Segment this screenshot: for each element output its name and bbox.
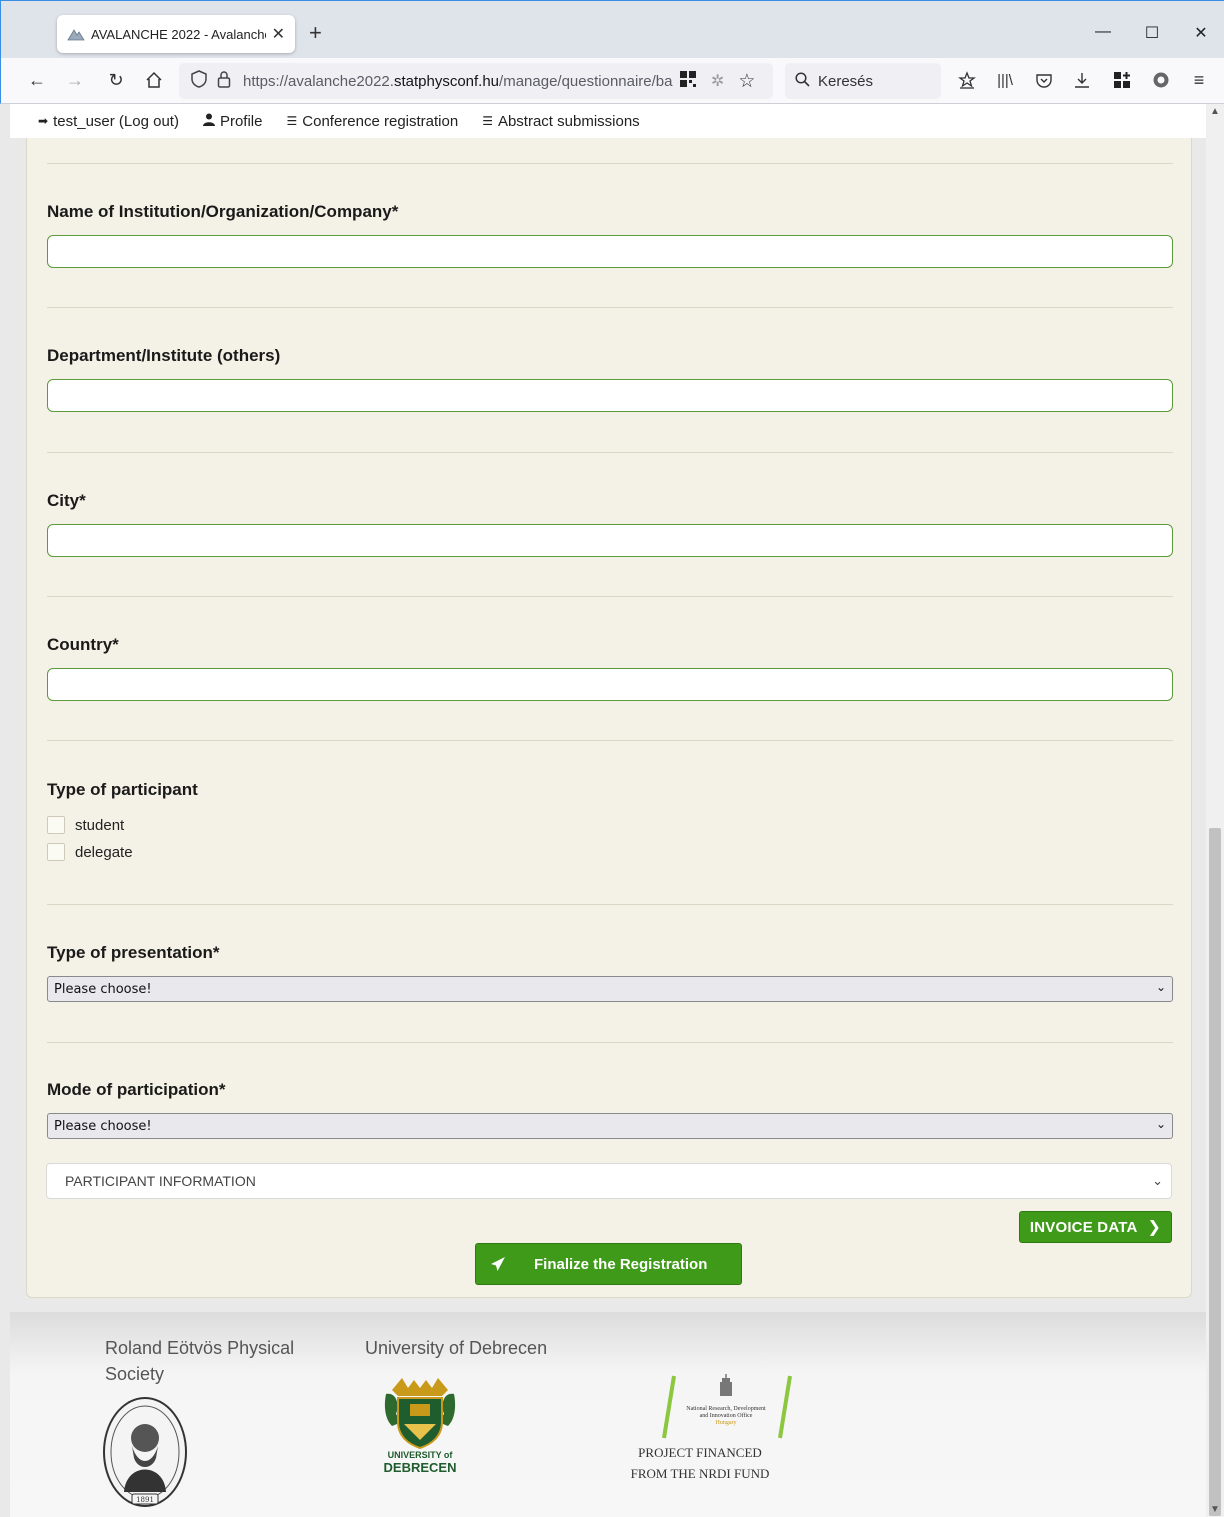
- society-title: Roland Eötvös Physical Society: [105, 1338, 295, 1384]
- conference-registration-link[interactable]: ☰ Conference registration: [287, 113, 459, 130]
- profile-link[interactable]: Profile: [202, 113, 263, 130]
- finalize-registration-button[interactable]: Finalize the Registration: [475, 1243, 742, 1285]
- country-input[interactable]: [47, 668, 1173, 701]
- browser-navbar: ← → ↻ https://avalanche2022.statphysconf…: [0, 58, 1224, 104]
- reload-icon[interactable]: ↻: [104, 68, 128, 92]
- lock-icon[interactable]: [217, 70, 231, 92]
- chevron-right-icon: ❯: [1147, 1219, 1162, 1236]
- paper-plane-icon: [490, 1256, 506, 1272]
- abstract-submissions-link[interactable]: ☰ Abstract submissions: [482, 113, 639, 130]
- chevron-down-icon: ⌄: [1152, 1173, 1163, 1188]
- institution-label: Name of Institution/Organization/Company…: [47, 202, 399, 221]
- favicon-icon: [67, 26, 85, 42]
- minimize-icon[interactable]: —: [1093, 23, 1113, 41]
- account-icon[interactable]: [1149, 68, 1173, 92]
- student-label: student: [75, 816, 125, 834]
- divider: [47, 1042, 1173, 1043]
- pocket-icon[interactable]: [1032, 68, 1056, 92]
- tab-title: AVALANCHE 2022 - Avalanche: [91, 26, 266, 42]
- nrdi-fund-text: PROJECT FINANCED FROM THE NRDI FUND: [630, 1445, 770, 1481]
- browser-titlebar: AVALANCHE 2022 - Avalanche ✕ + — ☐ ✕: [0, 0, 1224, 66]
- city-label: City*: [47, 491, 86, 510]
- university-title: University of Debrecen: [365, 1338, 548, 1358]
- library-icon[interactable]: |||\: [993, 68, 1017, 92]
- scrollbar-thumb[interactable]: [1209, 828, 1221, 1516]
- shield-icon[interactable]: [191, 70, 207, 92]
- url-bar[interactable]: https://avalanche2022.statphysconf.hu/ma…: [179, 63, 773, 99]
- divider: [47, 904, 1173, 905]
- scroll-down-icon[interactable]: ▼: [1210, 1504, 1220, 1515]
- window-close-icon[interactable]: ✕: [1191, 23, 1211, 43]
- logout-link[interactable]: ➡ test_user (Log out): [38, 113, 179, 130]
- forward-icon[interactable]: →: [63, 68, 87, 92]
- search-icon: [795, 71, 810, 91]
- footer: Roland Eötvös Physical Society Universit…: [10, 1312, 1206, 1517]
- student-checkbox-row[interactable]: student: [47, 816, 124, 834]
- page-scrollbar[interactable]: ▲ ▼: [1206, 104, 1224, 1517]
- star-icon[interactable]: ☆: [738, 70, 755, 93]
- search-placeholder: Keresés: [818, 72, 874, 90]
- page-content: ➡ test_user (Log out) Profile ☰ Conferen…: [10, 104, 1206, 1517]
- divider: [47, 740, 1173, 741]
- back-icon[interactable]: ←: [25, 68, 49, 92]
- department-input[interactable]: [47, 379, 1173, 412]
- scroll-up-icon[interactable]: ▲: [1210, 106, 1220, 117]
- society-seal-logo: 1891: [102, 1396, 188, 1513]
- divider: [47, 596, 1173, 597]
- university-logo-text-top: UNIVERSITY of: [387, 1450, 453, 1460]
- reading-list-icon[interactable]: [955, 68, 979, 92]
- department-label: Department/Institute (others): [47, 346, 281, 365]
- list-icon: ☰: [482, 114, 493, 128]
- city-input[interactable]: [47, 524, 1173, 557]
- divider: [47, 307, 1173, 308]
- nrdi-office-name: National Research, Development and Innov…: [686, 1406, 766, 1426]
- invoice-data-button[interactable]: INVOICE DATA ❯: [1019, 1211, 1172, 1243]
- search-input[interactable]: Keresés: [785, 63, 941, 99]
- logout-icon: ➡: [38, 114, 49, 128]
- student-checkbox[interactable]: [47, 816, 65, 834]
- participation-mode-label: Mode of participation*: [47, 1080, 226, 1099]
- chevron-down-icon: ⌄: [1155, 1117, 1166, 1131]
- tab-close-icon[interactable]: ✕: [272, 24, 285, 44]
- new-tab-button[interactable]: +: [309, 21, 322, 45]
- delegate-checkbox[interactable]: [47, 843, 65, 861]
- presentation-type-select[interactable]: Please choose! ⌄: [47, 976, 1173, 1002]
- user-navbar: ➡ test_user (Log out) Profile ☰ Conferen…: [10, 104, 1206, 138]
- delegate-checkbox-row[interactable]: delegate: [47, 843, 133, 861]
- qr-icon[interactable]: [679, 70, 697, 92]
- url-text: https://avalanche2022.statphysconf.hu/ma…: [243, 72, 673, 90]
- extensions-icon[interactable]: [1110, 68, 1134, 92]
- download-icon[interactable]: [1070, 68, 1094, 92]
- home-icon[interactable]: [142, 68, 166, 92]
- maximize-icon[interactable]: ☐: [1142, 23, 1162, 43]
- participation-mode-select[interactable]: Please choose! ⌄: [47, 1113, 1173, 1139]
- list-icon: ☰: [286, 114, 298, 128]
- university-logo-text-bottom: DEBRECEN: [383, 1460, 457, 1475]
- divider: [47, 452, 1173, 453]
- chevron-down-icon: ⌄: [1155, 980, 1166, 994]
- user-icon: [202, 113, 215, 129]
- participant-type-label: Type of participant: [47, 780, 198, 799]
- country-label: Country*: [47, 635, 119, 654]
- divider: [47, 163, 1173, 164]
- institution-input[interactable]: [47, 235, 1173, 268]
- section-select[interactable]: PARTICIPANT INFORMATION ⌄: [46, 1163, 1172, 1199]
- seal-year: 1891: [136, 1496, 154, 1504]
- menu-icon[interactable]: ≡: [1187, 68, 1211, 92]
- registration-form: Name of Institution/Organization/Company…: [26, 138, 1192, 1298]
- university-of-debrecen-logo: UNIVERSITY of DEBRECEN: [382, 1374, 458, 1489]
- delegate-label: delegate: [75, 843, 133, 861]
- browser-tab[interactable]: AVALANCHE 2022 - Avalanche ✕: [57, 15, 295, 53]
- extension-icon[interactable]: ✲: [711, 71, 724, 91]
- presentation-type-label: Type of presentation*: [47, 943, 220, 962]
